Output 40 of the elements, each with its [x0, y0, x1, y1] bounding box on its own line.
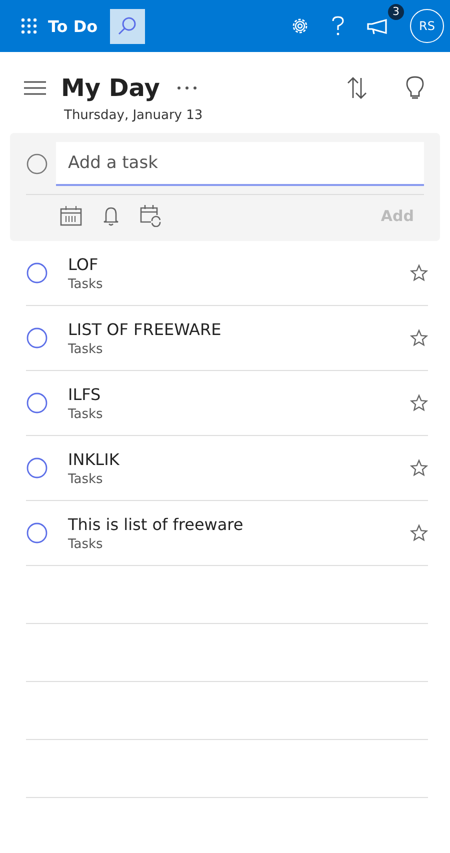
- star-icon[interactable]: [410, 394, 428, 412]
- repeat-calendar-icon[interactable]: [140, 205, 162, 227]
- notification-badge: 3: [388, 4, 404, 20]
- task-title[interactable]: LIST OF FREEWARE: [68, 320, 390, 338]
- circle-icon: [26, 153, 48, 175]
- star-icon[interactable]: [410, 524, 428, 542]
- task-title[interactable]: This is list of freeware: [68, 514, 390, 534]
- help-icon[interactable]: [330, 15, 346, 37]
- list-title: My Day: [61, 74, 160, 102]
- task-list-name: Tasks: [68, 536, 104, 552]
- task-list-name: Tasks: [68, 342, 104, 356]
- app-title[interactable]: To Do: [48, 16, 98, 36]
- task-list-name: Tasks: [68, 406, 104, 422]
- task-title[interactable]: LOF: [68, 254, 390, 274]
- sort-icon[interactable]: [346, 76, 368, 100]
- task-title[interactable]: INKLIK: [68, 450, 390, 468]
- search-icon: [116, 15, 138, 37]
- add-task-field[interactable]: Add a task: [56, 142, 424, 186]
- settings-icon[interactable]: [290, 16, 310, 36]
- avatar[interactable]: RS: [410, 9, 444, 43]
- complete-checkbox[interactable]: [26, 327, 48, 349]
- bell-icon[interactable]: [102, 206, 120, 226]
- calendar-icon[interactable]: [60, 206, 82, 226]
- complete-checkbox[interactable]: [26, 262, 48, 284]
- menu-icon[interactable]: [24, 81, 46, 95]
- star-icon[interactable]: [410, 264, 428, 282]
- complete-checkbox[interactable]: [26, 522, 48, 544]
- task-list-name: Tasks: [68, 276, 104, 292]
- star-icon[interactable]: [410, 329, 428, 347]
- app-launcher-icon[interactable]: [20, 17, 38, 35]
- more-icon[interactable]: [176, 85, 198, 91]
- list-date: Thursday, January 13: [64, 108, 204, 123]
- star-icon[interactable]: [410, 459, 428, 477]
- search-button[interactable]: [110, 8, 145, 44]
- megaphone-icon[interactable]: [366, 16, 388, 36]
- complete-checkbox[interactable]: [26, 392, 48, 414]
- lightbulb-icon[interactable]: [406, 76, 424, 100]
- complete-checkbox[interactable]: [26, 457, 48, 479]
- task-list-name: Tasks: [68, 472, 104, 486]
- task-title[interactable]: ILFS: [68, 384, 390, 404]
